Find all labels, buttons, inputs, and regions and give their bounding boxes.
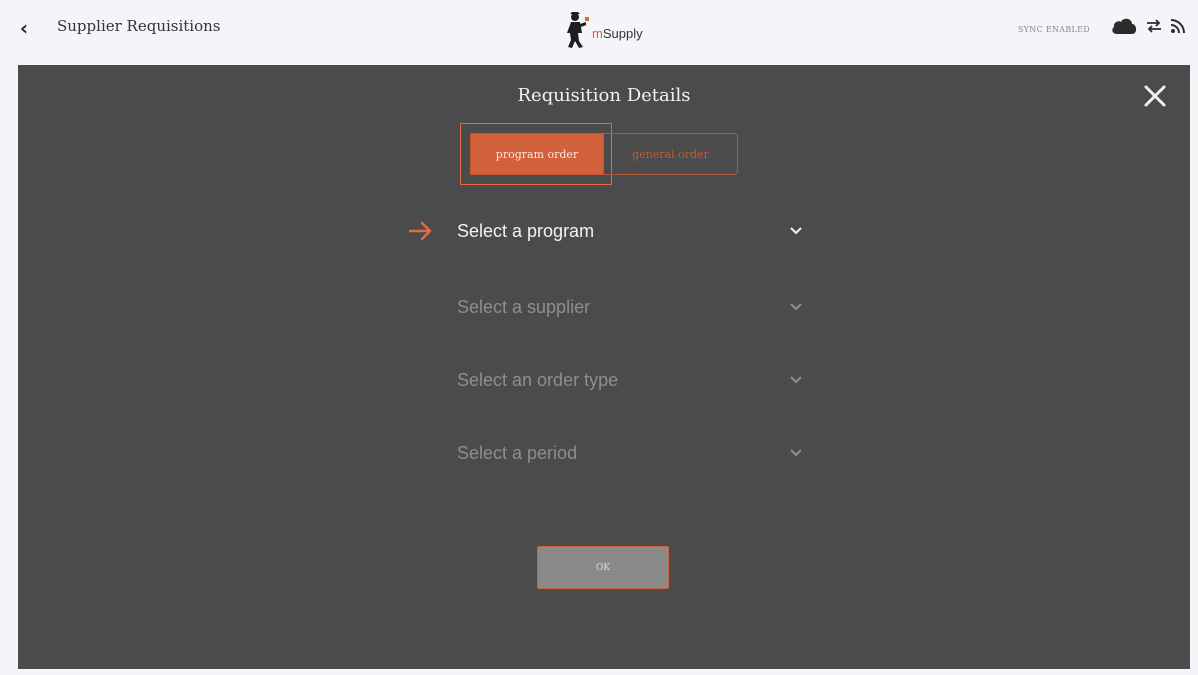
rss-icon[interactable] <box>1170 18 1186 34</box>
tab-general-order[interactable]: general order <box>604 133 738 175</box>
logo-text: mSupply <box>592 25 643 41</box>
modal-title: Requisition Details <box>517 85 691 106</box>
chevron-down-icon <box>790 376 802 384</box>
period-select[interactable]: Select a period <box>457 439 803 469</box>
program-select[interactable]: Select a program <box>457 217 803 247</box>
sync-arrows-icon[interactable] <box>1146 18 1162 34</box>
app-header: ‹ Supplier Requisitions mSupply SYNC ENA… <box>0 0 1198 62</box>
ok-button[interactable]: OK <box>537 546 669 589</box>
sync-status-label: SYNC ENABLED <box>1017 25 1090 34</box>
supplier-select-label: Select a supplier <box>457 297 591 317</box>
supplier-select[interactable]: Select a supplier <box>457 293 803 323</box>
chevron-down-icon <box>790 449 802 457</box>
tab-program-order[interactable]: program order <box>470 133 604 175</box>
requisition-details-modal: Requisition Details program order genera… <box>18 65 1190 669</box>
msupply-logo: mSupply <box>564 10 643 50</box>
program-select-label: Select a program <box>457 221 595 241</box>
msupply-figure-icon <box>567 12 589 48</box>
close-icon[interactable] <box>1142 83 1168 109</box>
chevron-down-icon <box>790 227 802 235</box>
arrow-right-icon <box>408 221 432 241</box>
header-status-icons <box>1110 16 1186 36</box>
order-type-select[interactable]: Select an order type <box>457 366 803 396</box>
order-type-select-label: Select an order type <box>457 370 619 390</box>
period-select-label: Select a period <box>457 443 578 463</box>
page-title: Supplier Requisitions <box>57 17 221 35</box>
chevron-down-icon <box>790 303 802 311</box>
back-chevron-icon[interactable]: ‹ <box>14 16 34 40</box>
cloud-icon[interactable] <box>1110 16 1138 36</box>
